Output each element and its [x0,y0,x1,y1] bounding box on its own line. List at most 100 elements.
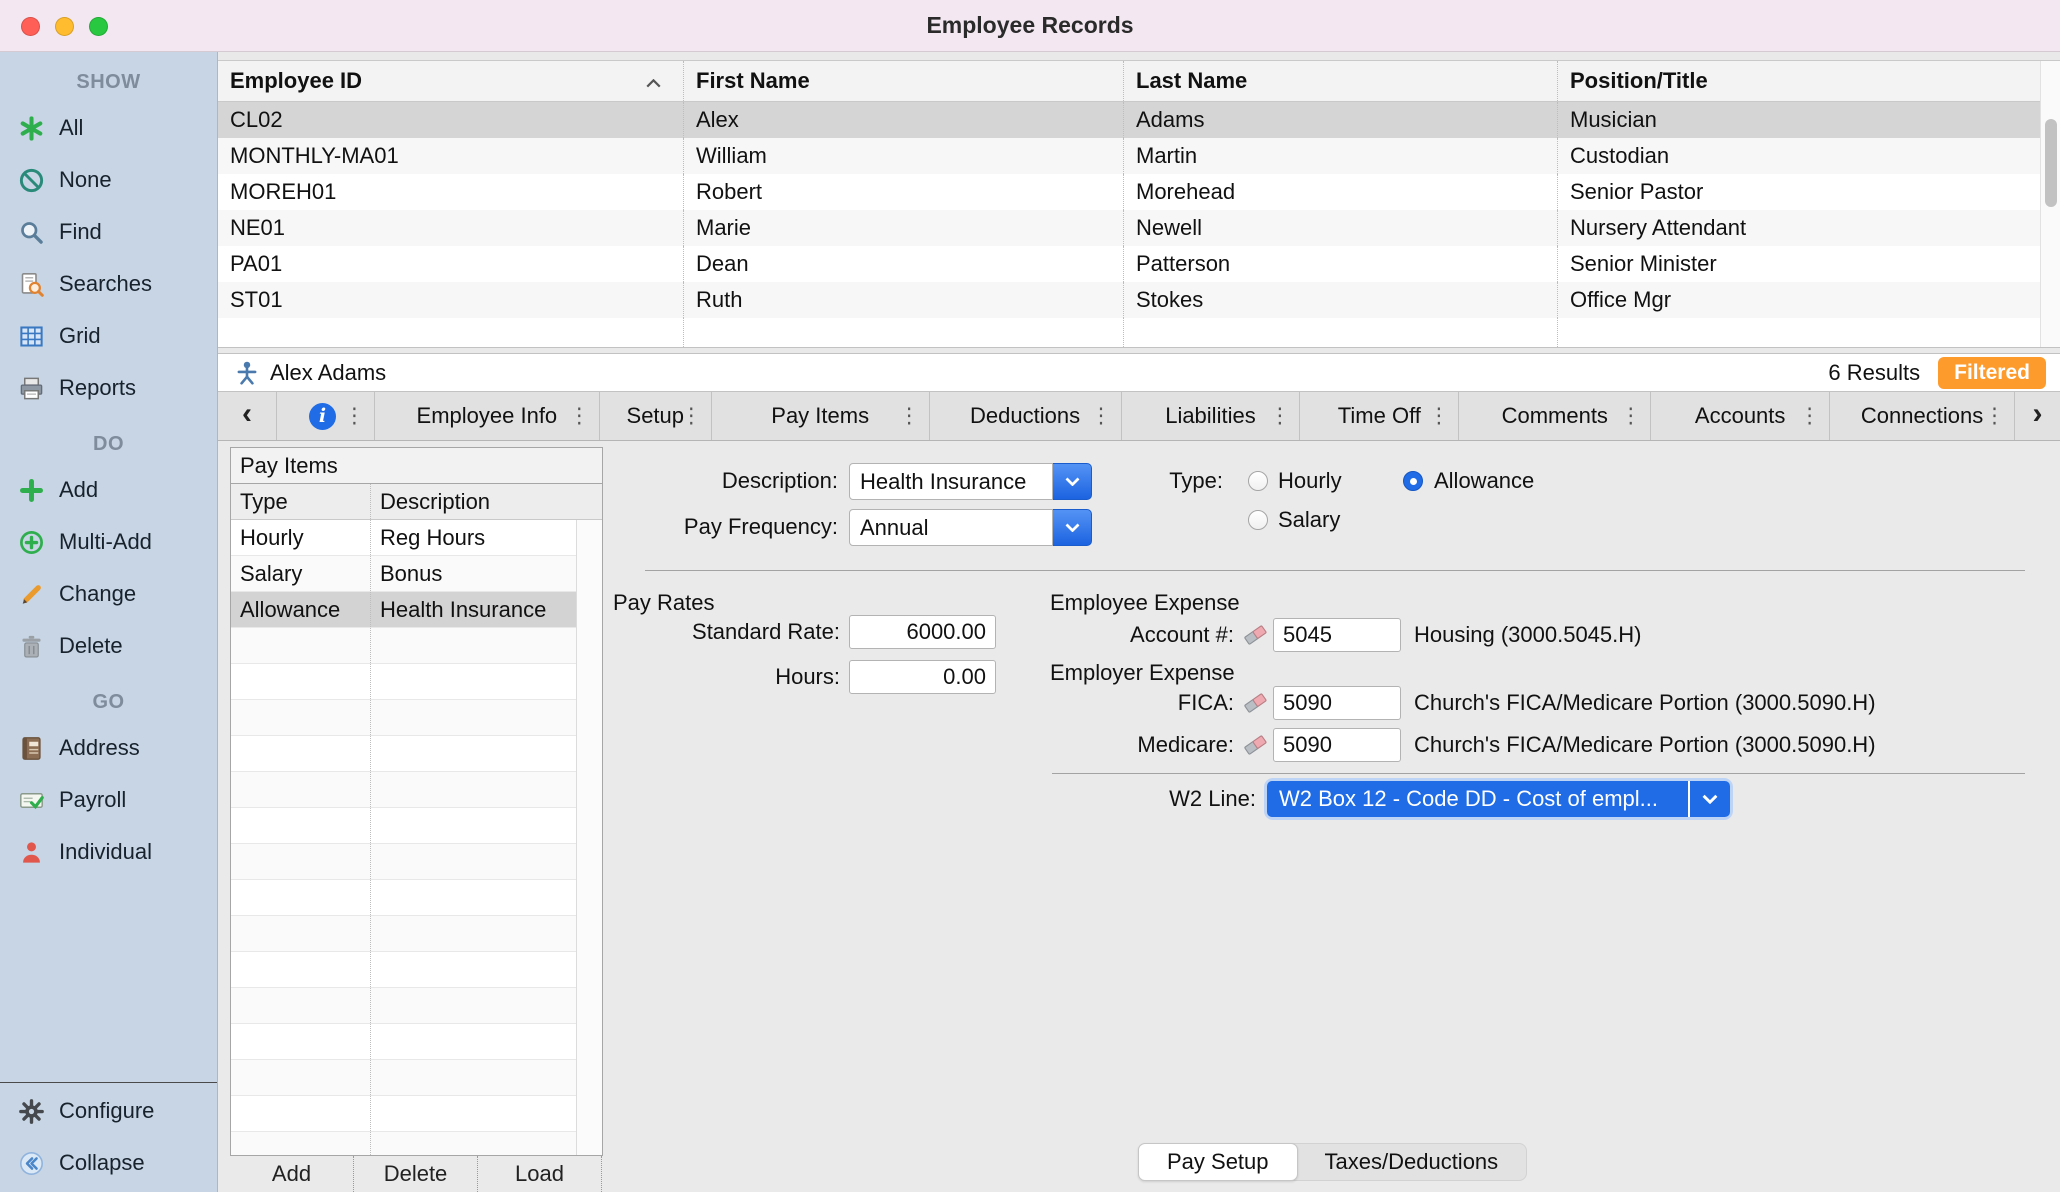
sidebar-item-label: Address [59,735,140,761]
empty-cell [231,1060,370,1095]
chevron-down-icon[interactable] [1690,781,1730,817]
table-row[interactable]: PA01 Dean Patterson Senior Minister [218,246,2041,282]
window-titlebar: Employee Records [0,0,2060,52]
sidebar-item-label: None [59,167,112,193]
fica-account-input[interactable]: 5090 [1273,686,1401,720]
sidebar-item-searches[interactable]: Searches [0,258,217,310]
tabs-scroll-right-button[interactable]: › [2015,392,2060,440]
w2-line-dropdown[interactable]: W2 Box 12 - Code DD - Cost of empl... [1267,781,1730,817]
column-header-last-name[interactable]: Last Name [1123,61,1557,101]
add-pay-item-button[interactable]: Add [230,1156,354,1192]
filtered-badge[interactable]: Filtered [1938,357,2046,389]
chevron-down-icon[interactable] [1053,509,1092,546]
empty-row [231,772,576,808]
sidebar-item-collapse[interactable]: Collapse [0,1137,217,1189]
empty-cell [370,880,576,915]
cell-type: Salary [231,556,370,591]
sidebar-item-label: Delete [59,633,123,659]
sidebar-item-all[interactable]: All [0,102,217,154]
asterisk-icon [18,115,45,142]
tab-taxes-deductions[interactable]: Taxes/Deductions [1297,1144,1527,1180]
eraser-icon[interactable] [1242,730,1269,757]
column-header-employee-id[interactable]: Employee ID [218,61,683,101]
cell-employee-id: MOREH01 [218,174,683,210]
sidebar-item-reports[interactable]: Reports [0,362,217,414]
pay-items-list: Hourly Reg Hours Salary Bonus Allowance … [231,520,576,1155]
table-row[interactable]: MOREH01 Robert Morehead Senior Pastor [218,174,2041,210]
list-item[interactable]: Allowance Health Insurance [231,592,576,628]
tab-deductions[interactable]: Deductions [930,392,1122,440]
empty-cell [370,1060,576,1095]
tabs-scroll-left-button[interactable]: ‹ [218,392,277,440]
tab-time-off[interactable]: Time Off [1300,392,1459,440]
empty-cell [231,952,370,987]
sidebar-item-change[interactable]: Change [0,568,217,620]
eraser-icon[interactable] [1242,620,1269,647]
table-row[interactable]: MONTHLY-MA01 William Martin Custodian [218,138,2041,174]
delete-pay-item-button[interactable]: Delete [354,1156,478,1192]
list-item[interactable]: Hourly Reg Hours [231,520,576,556]
pay-frequency-dropdown[interactable]: Annual [849,509,1092,546]
section-divider [645,570,2025,571]
tab-liabilities[interactable]: Liabilities [1122,392,1301,440]
account-description: Housing (3000.5045.H) [1414,621,1641,649]
tab-connections[interactable]: Connections [1830,392,2015,440]
eraser-icon[interactable] [1242,688,1269,715]
list-item[interactable]: Salary Bonus [231,556,576,592]
sidebar-item-payroll[interactable]: Payroll [0,774,217,826]
radio-salary[interactable] [1248,510,1268,530]
main-area: Employee ID First Name Last Name Positio… [218,52,2060,1192]
tab-pay-setup[interactable]: Pay Setup [1138,1143,1298,1181]
sidebar: SHOW All None Find Searches Grid Reports… [0,52,218,1192]
cell-position: Custodian [1557,138,2041,174]
radio-allowance[interactable] [1403,471,1423,491]
sidebar-item-find[interactable]: Find [0,206,217,258]
sidebar-item-grid[interactable]: Grid [0,310,217,362]
medicare-description: Church's FICA/Medicare Portion (3000.509… [1414,731,1876,759]
zoom-window-button[interactable] [89,17,108,36]
sidebar-item-delete[interactable]: Delete [0,620,217,672]
table-row[interactable]: ST01 Ruth Stokes Office Mgr [218,282,2041,318]
scrollbar-thumb[interactable] [2045,119,2057,207]
medicare-account-input[interactable]: 5090 [1273,728,1401,762]
description-dropdown[interactable]: Health Insurance [849,463,1092,500]
close-window-button[interactable] [21,17,40,36]
empty-row [231,988,576,1024]
pay-items-scrollbar[interactable] [576,520,602,1155]
sidebar-item-configure[interactable]: Configure [0,1085,217,1137]
cell-last-name: Adams [1123,102,1557,138]
chevron-down-icon[interactable] [1053,463,1092,500]
column-header-first-name[interactable]: First Name [683,61,1123,101]
sidebar-item-label: Add [59,477,98,503]
table-row[interactable]: NE01 Marie Newell Nursery Attendant [218,210,2041,246]
tab-comments[interactable]: Comments [1459,392,1651,440]
empty-cell [231,880,370,915]
cell-last-name: Martin [1123,138,1557,174]
sidebar-item-individual[interactable]: Individual [0,826,217,878]
tab-pay-items[interactable]: Pay Items [712,392,930,440]
tab-employee-info[interactable]: Employee Info [375,392,600,440]
column-header-position[interactable]: Position/Title [1557,61,2041,101]
column-header-description[interactable]: Description [370,484,602,519]
minimize-window-button[interactable] [55,17,74,36]
tab-setup[interactable]: Setup [600,392,712,440]
tab-info[interactable] [277,392,375,440]
cell-description: Health Insurance [370,592,576,627]
sidebar-item-add[interactable]: Add [0,464,217,516]
hours-input[interactable]: 0.00 [849,660,996,694]
load-pay-item-button[interactable]: Load [478,1156,602,1192]
table-row[interactable]: CL02 Alex Adams Musician [218,102,2041,138]
column-header-type[interactable]: Type [231,484,370,519]
tab-accounts[interactable]: Accounts [1651,392,1830,440]
sidebar-item-multi-add[interactable]: Multi-Add [0,516,217,568]
document-search-icon [18,271,45,298]
sidebar-item-none[interactable]: None [0,154,217,206]
sidebar-item-address[interactable]: Address [0,722,217,774]
account-number-input[interactable]: 5045 [1273,618,1401,652]
standard-rate-input[interactable]: 6000.00 [849,615,996,649]
tab-bar: ‹ Employee Info Setup Pay Items Deductio… [218,392,2060,441]
table-scrollbar[interactable] [2040,61,2060,348]
radio-hourly[interactable] [1248,471,1268,491]
cell-type: Hourly [231,520,370,555]
sidebar-item-label: All [59,115,83,141]
